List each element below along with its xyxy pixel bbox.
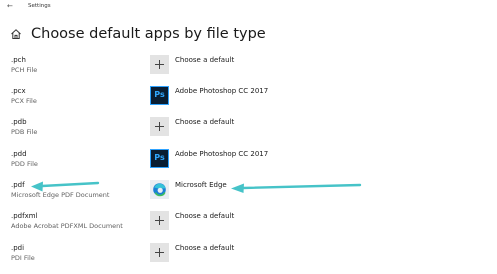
plus-icon <box>150 243 169 262</box>
file-extension: .pcx <box>11 87 26 95</box>
default-app-label: Microsoft Edge <box>175 181 227 189</box>
file-type-description: PDI File <box>11 254 35 262</box>
window-title: Settings <box>28 3 51 9</box>
file-type-description: PDB File <box>11 128 38 136</box>
file-type-description: Adobe Acrobat PDFXML Document <box>11 222 123 230</box>
photoshop-icon: Ps <box>150 149 169 168</box>
default-app-label: Adobe Photoshop CC 2017 <box>175 150 269 158</box>
default-app-label: Adobe Photoshop CC 2017 <box>175 87 269 95</box>
file-type-description: PCH File <box>11 66 38 74</box>
file-type-row: .pdf Microsoft Edge PDF Document Microso… <box>0 180 497 211</box>
file-type-row: .pdd PDD File Ps Adobe Photoshop CC 2017 <box>0 149 497 180</box>
file-type-row: .pcx PCX File Ps Adobe Photoshop CC 2017 <box>0 86 497 117</box>
file-extension: .pdf <box>11 181 25 189</box>
file-extension: .pdb <box>11 118 27 126</box>
plus-icon <box>150 117 169 136</box>
title-bar: ← Settings <box>0 0 497 14</box>
file-type-description: Microsoft Edge PDF Document <box>11 191 110 199</box>
default-app-label: Choose a default <box>175 212 235 220</box>
file-type-description: PCX File <box>11 97 37 105</box>
plus-icon <box>150 211 169 230</box>
photoshop-icon: Ps <box>150 86 169 105</box>
home-icon[interactable] <box>10 28 22 40</box>
file-type-row: .pch PCH File Choose a default <box>0 55 497 86</box>
edge-icon <box>150 180 169 199</box>
plus-icon <box>150 55 169 74</box>
page-title: Choose default apps by file type <box>31 26 266 42</box>
default-app-label: Choose a default <box>175 244 235 252</box>
file-extension: .pdd <box>11 150 27 158</box>
file-extension: .pdi <box>11 244 25 252</box>
file-type-row: .pdfxml Adobe Acrobat PDFXML Document Ch… <box>0 211 497 242</box>
default-app-label: Choose a default <box>175 118 235 126</box>
default-app-label: Choose a default <box>175 56 235 64</box>
file-type-row: .pdb PDB File Choose a default <box>0 117 497 148</box>
back-arrow-icon[interactable]: ← <box>7 2 13 10</box>
file-extension: .pch <box>11 56 26 64</box>
file-extension: .pdfxml <box>11 212 38 220</box>
file-type-description: PDD File <box>11 160 38 168</box>
